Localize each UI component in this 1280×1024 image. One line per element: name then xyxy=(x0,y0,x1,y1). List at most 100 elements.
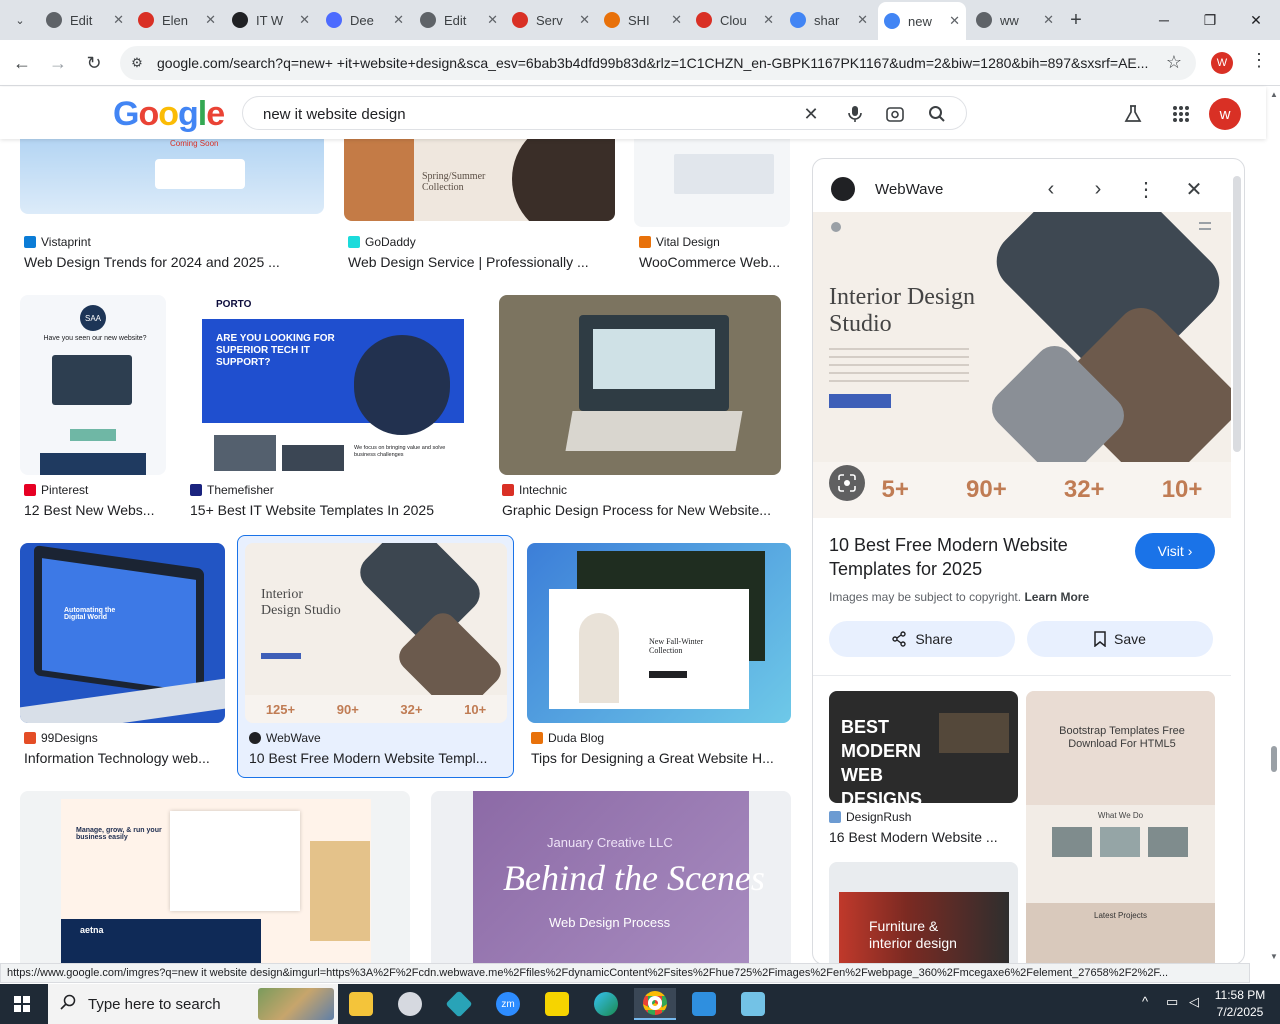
result-source-duda[interactable]: Duda Blog xyxy=(531,731,604,745)
close-tab-icon[interactable]: ✕ xyxy=(113,12,124,28)
close-tab-icon[interactable]: ✕ xyxy=(299,12,310,28)
result-title-pinterest[interactable]: 12 Best New Webs... xyxy=(24,502,166,518)
result-title-godaddy[interactable]: Web Design Service | Professionally ... xyxy=(348,254,618,270)
voice-search-icon[interactable] xyxy=(843,102,867,126)
browser-tab[interactable]: Serv ✕ xyxy=(506,6,596,34)
result-source-99designs[interactable]: 99Designs xyxy=(24,731,98,745)
site-info-icon[interactable]: ⚙ xyxy=(126,53,148,73)
related-source-designrush[interactable]: DesignRush xyxy=(829,810,911,824)
learn-more-link[interactable]: Learn More xyxy=(1024,590,1089,604)
back-button[interactable]: ← xyxy=(8,49,36,77)
url-text[interactable]: google.com/search?q=new+ +it+website+des… xyxy=(157,55,1157,71)
google-account-avatar[interactable]: w xyxy=(1209,98,1241,130)
result-source-intechnic[interactable]: Intechnic xyxy=(502,483,567,497)
lens-icon[interactable] xyxy=(829,465,865,501)
browser-tab[interactable]: Clou ✕ xyxy=(690,6,780,34)
volume-icon[interactable]: ◁ xyxy=(1189,994,1199,1010)
search-input[interactable]: new it website design xyxy=(263,106,406,123)
vscode-icon[interactable] xyxy=(683,988,725,1020)
tray-chevron-icon[interactable]: ^ xyxy=(1142,994,1148,1009)
close-tab-icon[interactable]: ✕ xyxy=(949,13,960,29)
result-title-vistaprint[interactable]: Web Design Trends for 2024 and 2025 ... xyxy=(24,254,324,270)
system-clock[interactable]: 11:58 PM 7/2/2025 xyxy=(1208,987,1272,1021)
result-thumb-99designs[interactable]: Automating the Digital World xyxy=(20,543,225,723)
file-explorer-icon[interactable] xyxy=(340,988,382,1020)
browser-menu-icon[interactable]: ⋮ xyxy=(1250,50,1268,71)
browser-tab[interactable]: Edit ✕ xyxy=(414,6,504,34)
close-tab-icon[interactable]: ✕ xyxy=(763,12,774,28)
result-thumb-pinterest[interactable]: SAA Have you seen our new website? xyxy=(20,295,166,475)
close-tab-icon[interactable]: ✕ xyxy=(1043,12,1054,28)
taskbar-search-box[interactable]: Type here to search xyxy=(48,984,338,1024)
previous-image-button[interactable]: ‹ xyxy=(1037,175,1065,203)
page-scrollbar[interactable]: ▲ ▼ xyxy=(1268,88,1280,964)
edge-browser-icon[interactable] xyxy=(585,988,627,1020)
tab-search-button[interactable]: ⌄ xyxy=(8,8,32,32)
result-title-intechnic[interactable]: Graphic Design Process for New Website..… xyxy=(502,502,782,518)
panel-site-header[interactable]: WebWave xyxy=(831,177,943,201)
close-tab-icon[interactable]: ✕ xyxy=(205,12,216,28)
browser-profile-avatar[interactable]: W xyxy=(1211,52,1233,74)
result-source-themefisher[interactable]: Themefisher xyxy=(190,483,274,497)
close-tab-icon[interactable]: ✕ xyxy=(579,12,590,28)
browser-tab[interactable]: Elen ✕ xyxy=(132,6,222,34)
clear-search-icon[interactable]: ✕ xyxy=(799,102,823,126)
windows-start-icon[interactable] xyxy=(14,996,30,1017)
result-title-99designs[interactable]: Information Technology web... xyxy=(24,750,224,766)
related-title-designrush[interactable]: 16 Best Modern Website ... xyxy=(829,829,1015,845)
search-submit-icon[interactable] xyxy=(925,102,949,126)
result-source-vital-design[interactable]: Vital Design xyxy=(639,235,720,249)
notepad-icon[interactable] xyxy=(732,988,774,1020)
panel-scrollbar[interactable] xyxy=(1233,176,1241,452)
result-title-themefisher[interactable]: 15+ Best IT Website Templates In 2025 xyxy=(190,502,480,518)
close-window-button[interactable]: ✕ xyxy=(1233,6,1279,34)
maximize-button[interactable]: ❐ xyxy=(1187,6,1233,34)
result-title-webwave[interactable]: 10 Best Free Modern Website Templ... xyxy=(249,750,504,766)
google-apps-icon[interactable] xyxy=(1167,100,1195,128)
result-thumb-duda[interactable]: New Fall-Winter Collection xyxy=(527,543,791,723)
result-thumb-vital-design[interactable] xyxy=(634,139,790,227)
reload-button[interactable]: ↻ xyxy=(80,49,108,77)
next-image-button[interactable]: › xyxy=(1084,175,1112,203)
browser-tab[interactable]: SHI ✕ xyxy=(598,6,688,34)
browser-tab[interactable]: Dee ✕ xyxy=(320,6,410,34)
app-diamond-icon[interactable] xyxy=(438,988,480,1020)
result-thumb-themefisher[interactable]: PORTO ARE YOU LOOKING FOR SUPERIOR TECH … xyxy=(186,295,478,475)
close-tab-icon[interactable]: ✕ xyxy=(393,12,404,28)
visit-button[interactable]: Visit › xyxy=(1135,533,1215,569)
browser-tab[interactable]: Edit ✕ xyxy=(40,6,130,34)
related-thumb-designrush[interactable]: BEST MODERN WEB DESIGNS xyxy=(829,691,1018,803)
close-panel-button[interactable]: ✕ xyxy=(1180,175,1208,203)
result-title-duda[interactable]: Tips for Designing a Great Website H... xyxy=(531,750,791,766)
result-thumb-webwave[interactable]: Interior Design Studio 125+ 90+ 32+ 10+ xyxy=(245,543,507,723)
related-thumb-bootstrap[interactable]: Bootstrap Templates Free Download For HT… xyxy=(1026,691,1215,964)
result-source-webwave[interactable]: WebWave xyxy=(249,731,321,745)
result-thumb-business[interactable]: Manage, grow, & run your business easily… xyxy=(20,791,410,965)
more-options-icon[interactable]: ⋮ xyxy=(1132,175,1160,203)
close-tab-icon[interactable]: ✕ xyxy=(487,12,498,28)
related-thumb-furniture[interactable]: Furniture & interior design xyxy=(829,862,1018,964)
forward-button[interactable]: → xyxy=(44,49,72,77)
labs-flask-icon[interactable] xyxy=(1119,100,1147,128)
address-bar[interactable]: ⚙ google.com/search?q=new+ +it+website+d… xyxy=(120,46,1196,80)
lens-search-icon[interactable] xyxy=(883,102,907,126)
result-thumb-godaddy[interactable]: Spring/Summer Collection xyxy=(344,139,615,221)
zoom-app-icon[interactable]: zm xyxy=(487,988,529,1020)
paint-app-icon[interactable] xyxy=(389,988,431,1020)
browser-tab[interactable]: IT W ✕ xyxy=(226,6,316,34)
close-tab-icon[interactable]: ✕ xyxy=(671,12,682,28)
network-icon[interactable]: ▭ xyxy=(1166,994,1178,1010)
panel-title[interactable]: 10 Best Free Modern Website Templates fo… xyxy=(829,533,1099,581)
browser-tab[interactable]: shar ✕ xyxy=(784,6,874,34)
result-source-godaddy[interactable]: GoDaddy xyxy=(348,235,416,249)
preview-image[interactable]: Interior Design Studio 5+ 90+ 32+ 10+ xyxy=(813,212,1231,518)
search-box[interactable]: new it website design ✕ xyxy=(242,96,967,130)
bookmark-star-icon[interactable]: ☆ xyxy=(1166,52,1182,73)
share-button[interactable]: Share xyxy=(829,621,1015,657)
result-thumb-vistaprint[interactable]: Coming Soon xyxy=(20,139,324,214)
browser-tab[interactable]: new ✕ xyxy=(878,2,966,40)
chrome-browser-icon[interactable] xyxy=(634,988,676,1020)
browser-tab[interactable]: ww ✕ xyxy=(970,6,1060,34)
result-source-pinterest[interactable]: Pinterest xyxy=(24,483,88,497)
result-thumb-behind-scenes[interactable]: January Creative LLC Behind the Scenes W… xyxy=(431,791,791,965)
